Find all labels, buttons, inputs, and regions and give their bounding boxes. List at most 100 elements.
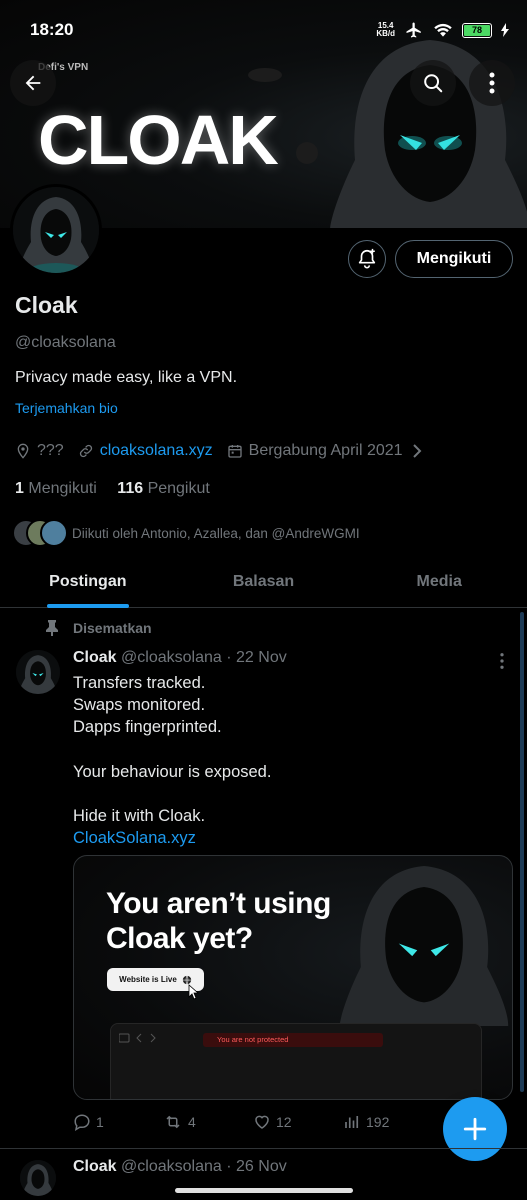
airplane-mode-icon — [406, 22, 421, 38]
reply-icon — [74, 1114, 90, 1131]
views-count: 192 — [366, 1114, 390, 1130]
search-icon — [424, 74, 443, 93]
battery-level: 78 — [464, 24, 490, 36]
followed-by-row[interactable]: Diikuti oleh Antonio, Azallea, dan @Andr… — [12, 519, 360, 547]
more-options-button[interactable] — [469, 60, 515, 106]
globe-icon — [182, 975, 191, 984]
post-text-line: Dapps fingerprinted. — [73, 718, 222, 737]
post-text-line: Transfers tracked. — [73, 674, 206, 692]
post-author-avatar[interactable] — [16, 650, 60, 694]
profile-tabs: Postingan Balasan Media — [0, 560, 527, 608]
translate-bio-link[interactable]: Terjemahkan bio — [15, 400, 118, 416]
browser-warning: You are not protected — [203, 1033, 383, 1047]
notifications-bell-button[interactable] — [348, 240, 386, 278]
battery-icon: 78 — [462, 22, 492, 38]
followers-label: Pengikut — [147, 480, 210, 497]
profile-website-link[interactable]: cloaksolana.xyz — [100, 442, 213, 460]
post-author-handle[interactable]: @cloaksolana — [121, 649, 222, 666]
following-count: 1 — [15, 480, 24, 497]
browser-controls-icon — [119, 1033, 156, 1043]
cursor-icon — [188, 984, 200, 1000]
location-pin-icon — [17, 443, 29, 459]
like-button[interactable]: 12 — [253, 1113, 343, 1131]
post-actions: 1 4 12 192 — [73, 1113, 433, 1131]
following-button[interactable]: Mengikuti — [395, 240, 513, 278]
compose-post-button[interactable] — [443, 1097, 507, 1161]
profile-handle: @cloaksolana — [15, 334, 116, 351]
views-chart-icon — [345, 1116, 359, 1128]
media-headline-line: Cloak yet? — [106, 922, 253, 955]
repost-count: 4 — [188, 1114, 196, 1130]
status-bar: 18:20 15.4 KB/d 78 — [0, 0, 527, 60]
plus-icon — [463, 1117, 487, 1141]
followed-by-text: Diikuti oleh Antonio, Azallea, dan @Andr… — [72, 525, 360, 541]
follow-counts: 1 Mengikuti 116 Pengikut — [15, 480, 210, 498]
post-author-handle[interactable]: @cloaksolana — [121, 1158, 222, 1175]
profile-meta-row: ??? cloaksolana.xyz Bergabung April 2021 — [15, 442, 429, 460]
search-button[interactable] — [410, 60, 456, 106]
media-headline-line: You aren’t using — [106, 887, 331, 920]
reply-count: 1 — [96, 1114, 104, 1130]
home-indicator-bar[interactable] — [175, 1188, 353, 1193]
post-author-name[interactable]: Cloak — [73, 649, 117, 666]
repost-icon — [166, 1115, 180, 1129]
avatar — [40, 519, 68, 547]
chevron-right-icon[interactable] — [411, 444, 423, 458]
followers-count: 116 — [117, 480, 144, 497]
heart-icon — [255, 1115, 269, 1129]
hooded-figure-illustration — [339, 866, 509, 1026]
hooded-avatar-illustration — [20, 1160, 56, 1196]
views-button[interactable]: 192 — [343, 1113, 433, 1131]
tab-posts[interactable]: Postingan — [0, 560, 176, 607]
hooded-avatar-illustration — [16, 650, 60, 694]
link-icon — [79, 444, 92, 458]
pinned-label: Disematkan — [73, 620, 152, 636]
profile-joined-date: Bergabung April 2021 — [248, 442, 403, 459]
post-header: Cloak @cloaksolana · 26 Nov — [73, 1158, 287, 1176]
following-count-link[interactable]: 1 Mengikuti — [15, 480, 97, 497]
banner-coin-decoration — [296, 142, 318, 164]
post-author-avatar[interactable] — [20, 1160, 56, 1196]
hooded-avatar-illustration — [13, 187, 99, 273]
post-author-name[interactable]: Cloak — [73, 1158, 117, 1175]
more-vertical-icon[interactable] — [495, 652, 509, 670]
followed-by-avatars — [12, 519, 70, 547]
profile-location: ??? — [37, 442, 64, 459]
post-date[interactable]: 22 Nov — [236, 649, 287, 666]
profile-avatar[interactable] — [10, 184, 102, 276]
post-date[interactable]: 26 Nov — [236, 1158, 287, 1175]
reply-button[interactable]: 1 — [73, 1113, 163, 1131]
following-label: Mengikuti — [28, 480, 97, 497]
post-text-line: Your behaviour is exposed. — [73, 762, 272, 781]
post-separator: · — [226, 1158, 232, 1175]
back-button[interactable] — [10, 60, 56, 106]
status-time: 18:20 — [30, 20, 74, 39]
media-browser-mockup: You are not protected — [110, 1023, 482, 1099]
charging-icon — [501, 23, 509, 37]
profile-name: Cloak — [15, 292, 78, 318]
media-button-label: Website is Live — [119, 975, 177, 984]
scrollbar[interactable] — [520, 612, 524, 1092]
followers-count-link[interactable]: 116 Pengikut — [117, 480, 210, 497]
post-text-line: Hide it with Cloak. — [73, 806, 206, 825]
media-headline: You aren’t using Cloak yet? — [106, 886, 331, 956]
repost-button[interactable]: 4 — [163, 1113, 253, 1131]
post-separator: · — [226, 649, 232, 666]
tab-media[interactable]: Media — [351, 560, 527, 607]
tab-replies[interactable]: Balasan — [176, 560, 352, 607]
more-vertical-icon — [489, 72, 495, 94]
profile-bio: Privacy made easy, like a VPN. — [15, 369, 238, 386]
pinned-indicator: Disematkan — [45, 620, 152, 636]
post-media-image[interactable]: You aren’t using Cloak yet? Website is L… — [73, 855, 513, 1100]
post-divider — [0, 1148, 527, 1149]
arrow-left-icon — [25, 75, 41, 91]
post-text-line: Swaps monitored. — [73, 696, 206, 715]
calendar-icon — [227, 445, 242, 458]
net-speed-unit: KB/d — [376, 29, 395, 38]
post-header: Cloak @cloaksolana · 22 Nov — [73, 649, 287, 667]
post-body: Transfers tracked. Swaps monitored. Dapp… — [73, 672, 271, 849]
post-link[interactable]: CloakSolana.xyz — [73, 827, 271, 849]
wifi-icon — [434, 23, 452, 37]
net-speed: 15.4 KB/d — [376, 22, 395, 38]
like-count: 12 — [276, 1114, 292, 1130]
